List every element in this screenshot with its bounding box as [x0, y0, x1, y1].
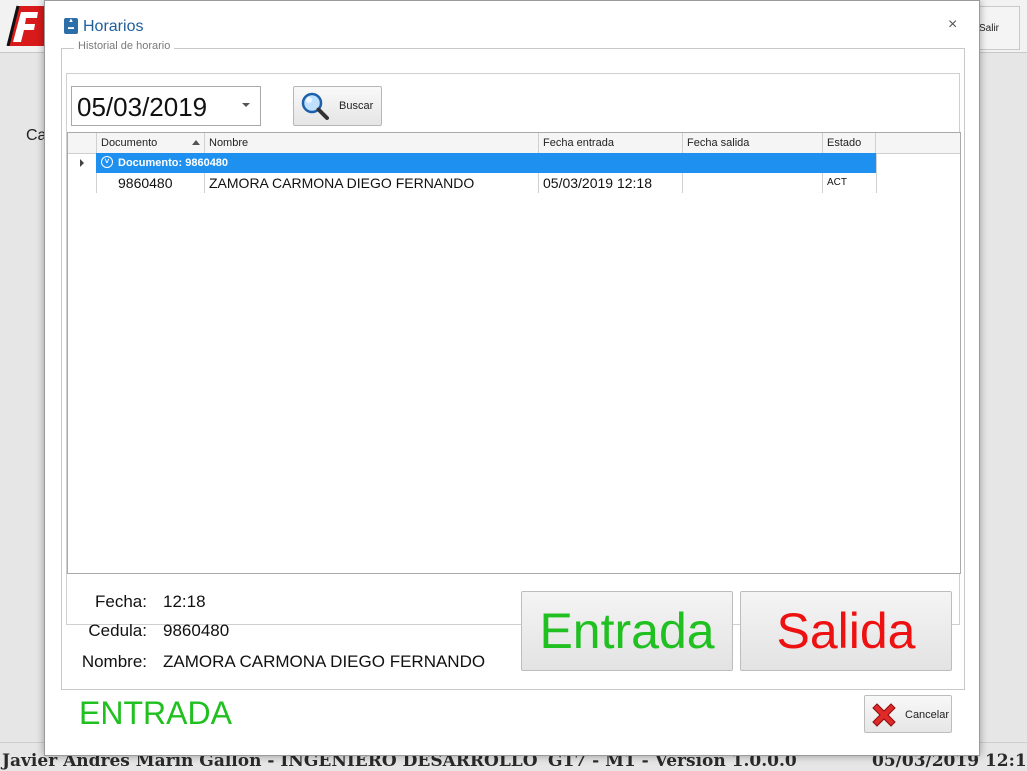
dialog-title: Horarios: [83, 18, 144, 35]
cancel-button[interactable]: Cancelar: [864, 695, 952, 733]
date-picker[interactable]: 05/03/2019: [71, 86, 261, 126]
column-header-nombre[interactable]: Nombre: [204, 133, 538, 153]
app-logo-icon: [6, 5, 46, 46]
history-grid: Documento Nombre Fecha entrada Fecha sal…: [67, 132, 961, 574]
search-label: Buscar: [339, 100, 374, 112]
column-header-fecha-salida[interactable]: Fecha salida: [682, 133, 822, 153]
row-border-left: [96, 173, 97, 193]
table-row[interactable]: 9860480 ZAMORA CARMONA DIEGO FERNANDO 05…: [96, 173, 876, 193]
nombre-value: ZAMORA CARMONA DIEGO FERNANDO: [163, 652, 486, 671]
entrada-button[interactable]: Entrada: [521, 591, 733, 671]
cell-documento: 9860480: [118, 175, 173, 191]
cell-estado: ACT: [822, 173, 876, 193]
fecha-label: Fecha:: [95, 592, 147, 611]
cedula-value: 9860480: [163, 621, 230, 640]
group-title: Historial de horario: [74, 40, 175, 52]
fecha-value: 12:18: [163, 592, 206, 611]
cell-nombre: ZAMORA CARMONA DIEGO FERNANDO: [204, 173, 538, 193]
grid-group-row[interactable]: ˅ Documento: 9860480: [96, 153, 876, 173]
horarios-dialog: ▲ ▬ Horarios × Historial de horario 05/03…: [44, 0, 980, 756]
grid-header: Documento Nombre Fecha entrada Fecha sal…: [68, 133, 960, 154]
cancel-label: Cancelar: [905, 709, 950, 721]
search-button[interactable]: Buscar: [293, 86, 382, 126]
nombre-label: Nombre:: [81, 652, 147, 671]
sort-asc-icon: [192, 140, 200, 145]
salida-button[interactable]: Salida: [740, 591, 952, 671]
status-message: ENTRADA: [79, 695, 232, 731]
dropdown-caret-icon[interactable]: [242, 103, 250, 107]
horarios-icon: ▲ ▬: [64, 18, 78, 34]
collapse-group-icon[interactable]: ˅: [101, 156, 113, 168]
group-row-label: Documento: 9860480: [118, 157, 229, 169]
date-value: 05/03/2019: [77, 92, 208, 122]
column-header-documento[interactable]: Documento: [96, 133, 204, 153]
column-header-fecha-entrada[interactable]: Fecha entrada: [538, 133, 682, 153]
column-header-estado[interactable]: Estado: [822, 133, 876, 153]
cedula-label: Cedula:: [88, 621, 147, 640]
cancel-x-icon: [872, 703, 896, 727]
row-indicator-icon: [80, 159, 84, 167]
cell-fecha-entrada: 05/03/2019 12:18: [538, 173, 682, 193]
row-border-right: [876, 153, 877, 193]
exit-label: Salir: [979, 22, 1000, 34]
close-icon[interactable]: ×: [948, 16, 957, 34]
magnifier-icon: [301, 92, 329, 120]
cell-fecha-salida: [682, 173, 822, 193]
history-inner-frame: 05/03/2019 Buscar Documento Nombre Fecha…: [66, 73, 961, 625]
